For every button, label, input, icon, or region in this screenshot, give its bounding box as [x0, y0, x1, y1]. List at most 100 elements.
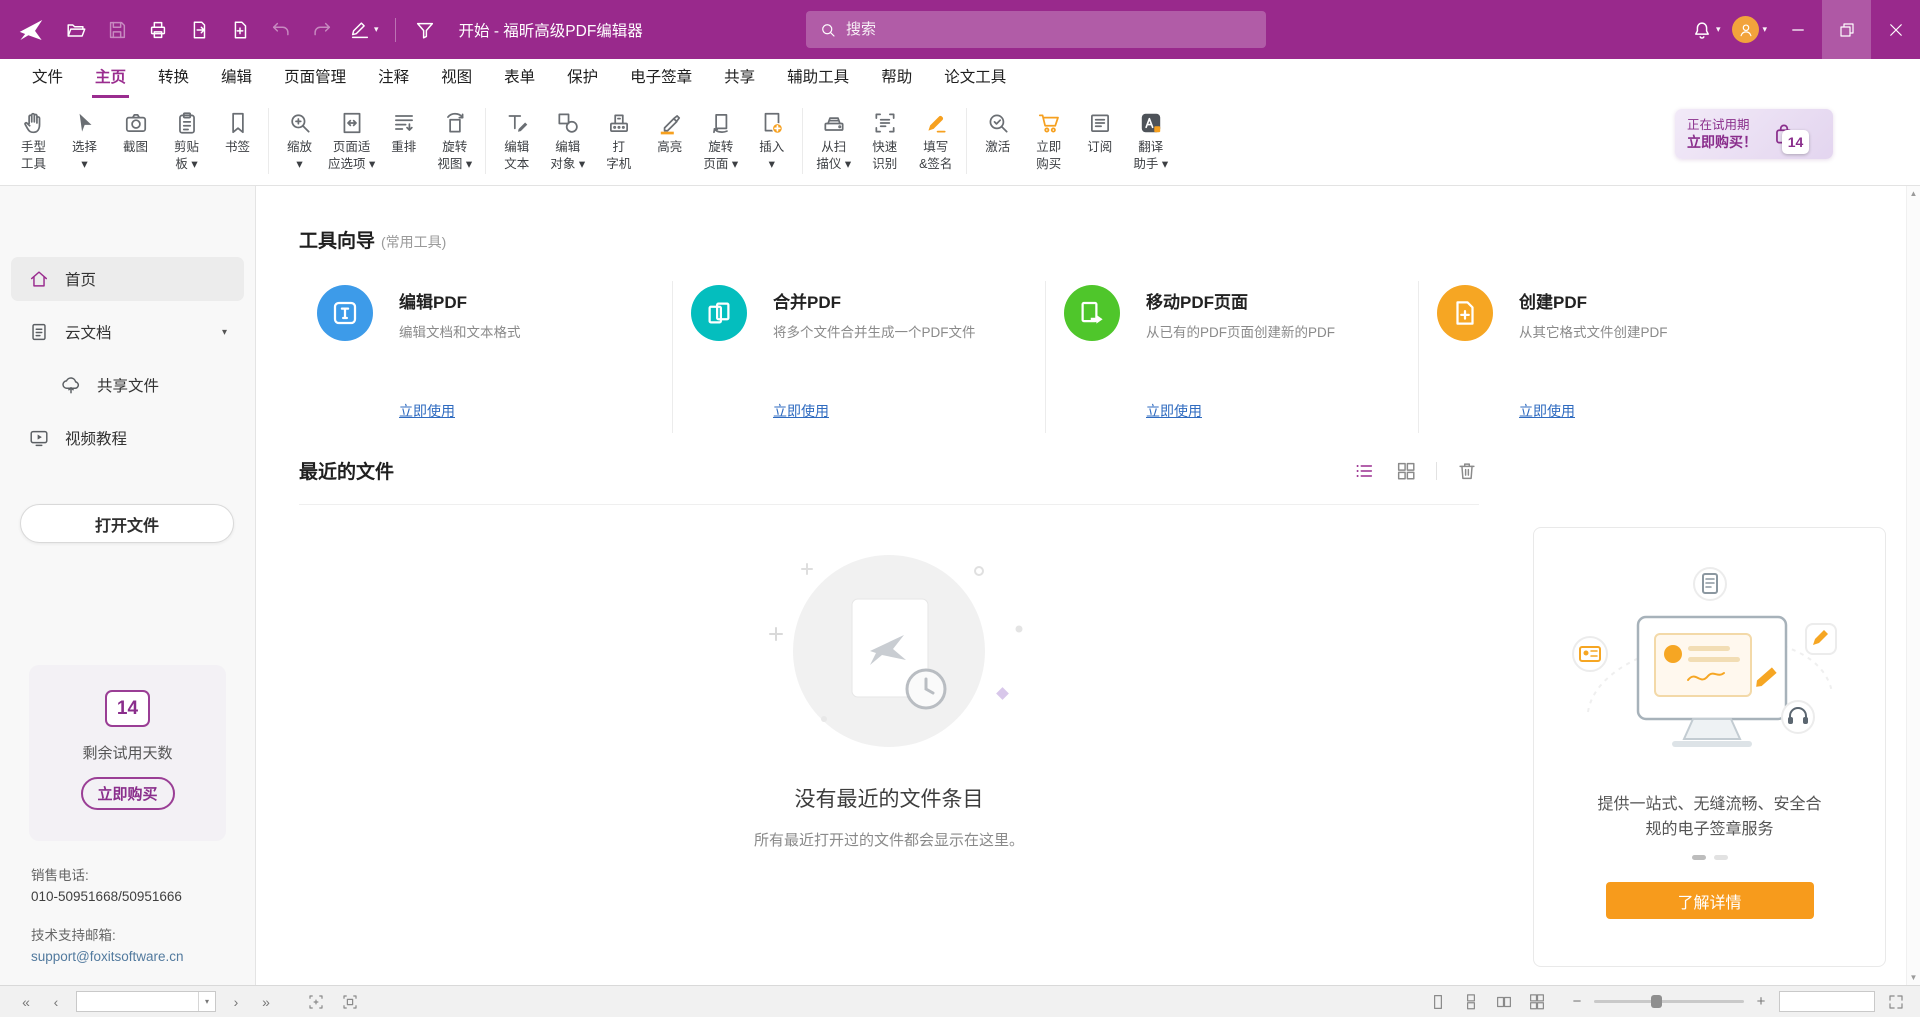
- page-number-input[interactable]: [77, 995, 198, 1009]
- use-now-link-merge-pdf[interactable]: 立即使用: [773, 401, 829, 421]
- zoom-slider[interactable]: [1594, 1000, 1744, 1003]
- sidebar-item-cloud-docs[interactable]: 云文档 ▾: [11, 310, 244, 354]
- menu-item-paper-tools[interactable]: 论文工具: [928, 59, 1022, 98]
- scroll-down-arrow-icon[interactable]: ▼: [1910, 973, 1918, 982]
- menu-item-convert[interactable]: 转换: [142, 59, 205, 98]
- buy-now-button[interactable]: 立即购买: [81, 777, 175, 810]
- snapshot-page-icon[interactable]: [338, 990, 362, 1014]
- ribbon-insert[interactable]: 插入▾: [746, 105, 797, 175]
- export-pdf-icon[interactable]: [179, 9, 218, 51]
- ribbon-bookmark[interactable]: 书签: [212, 105, 263, 158]
- page-dropdown-icon[interactable]: ▾: [198, 992, 215, 1011]
- menu-item-comment[interactable]: 注释: [362, 59, 425, 98]
- support-email-label: 技术支持邮箱:: [31, 925, 184, 946]
- sidebar-item-video-tutorials[interactable]: 视频教程: [11, 416, 244, 460]
- menu-item-accessibility[interactable]: 辅助工具: [771, 59, 865, 98]
- tool-card-merge-pdf[interactable]: 合并PDF 将多个文件合并生成一个PDF文件 立即使用: [672, 281, 1045, 433]
- clear-recent-trash-icon[interactable]: [1455, 459, 1479, 483]
- ribbon-activate[interactable]: 激活: [972, 105, 1023, 158]
- menu-item-share[interactable]: 共享: [708, 59, 771, 98]
- create-pdf-icon[interactable]: [220, 9, 259, 51]
- search-input[interactable]: [846, 21, 1253, 38]
- support-email-link[interactable]: support@foxitsoftware.cn: [31, 946, 184, 967]
- list-view-icon[interactable]: [1352, 459, 1376, 483]
- single-page-view-icon[interactable]: [1426, 990, 1450, 1014]
- zoom-in-button[interactable]: +: [1752, 993, 1770, 1011]
- prev-page-button[interactable]: ‹: [42, 990, 70, 1014]
- use-now-link-edit-pdf[interactable]: 立即使用: [399, 401, 455, 421]
- ribbon-snapshot[interactable]: 截图: [110, 105, 161, 158]
- ribbon-subscribe[interactable]: 订阅: [1074, 105, 1125, 158]
- zoom-out-button[interactable]: −: [1568, 993, 1586, 1011]
- ribbon-edit-object[interactable]: 编辑对象 ▾: [542, 105, 593, 175]
- trial-badge[interactable]: 正在试用期 立即购买！ 14: [1675, 109, 1833, 159]
- carousel-dot-2[interactable]: [1714, 855, 1728, 860]
- ribbon-from-scanner[interactable]: 从扫描仪 ▾: [808, 105, 859, 175]
- menu-item-view[interactable]: 视图: [425, 59, 488, 98]
- foxit-logo-icon[interactable]: [10, 9, 52, 51]
- menu-item-form[interactable]: 表单: [488, 59, 551, 98]
- notifications-bell-icon[interactable]: ▾: [1685, 9, 1727, 51]
- print-icon[interactable]: [138, 9, 177, 51]
- tool-card-create-pdf[interactable]: 创建PDF 从其它格式文件创建PDF 立即使用: [1418, 281, 1791, 433]
- ribbon-edit-text[interactable]: 编辑文本: [491, 105, 542, 175]
- tool-card-desc: 将多个文件合并生成一个PDF文件: [773, 324, 976, 342]
- ribbon-quick-ocr[interactable]: 快速识别: [859, 105, 910, 175]
- search-box[interactable]: [806, 11, 1266, 48]
- zoom-slider-handle[interactable]: [1651, 995, 1662, 1008]
- esign-pen-menu[interactable]: ▾: [343, 9, 385, 51]
- sidebar-item-shared-files[interactable]: 共享文件: [11, 363, 244, 407]
- vertical-scrollbar[interactable]: ▲ ▼: [1906, 186, 1920, 985]
- use-now-link-move-pdf-pages[interactable]: 立即使用: [1146, 401, 1202, 421]
- ribbon-fill-sign[interactable]: 填写&签名: [910, 105, 961, 175]
- empty-state-desc: 所有最近打开过的文件都会显示在这里。: [754, 829, 1024, 850]
- ribbon-translate-assistant[interactable]: 翻译助手 ▾: [1125, 105, 1176, 175]
- menu-item-protect[interactable]: 保护: [551, 59, 614, 98]
- ribbon-rotate-view[interactable]: 旋转视图 ▾: [429, 105, 480, 175]
- menu-item-file[interactable]: 文件: [16, 59, 79, 98]
- minimize-button[interactable]: [1773, 0, 1822, 59]
- menu-item-home[interactable]: 主页: [79, 59, 142, 98]
- carousel-dot-1[interactable]: [1692, 855, 1706, 860]
- sidebar-item-home[interactable]: 首页: [11, 257, 244, 301]
- ribbon-highlight[interactable]: 高亮: [644, 105, 695, 158]
- restore-button[interactable]: [1822, 0, 1871, 59]
- continuous-view-icon[interactable]: [1459, 990, 1483, 1014]
- open-file-icon[interactable]: [56, 9, 95, 51]
- zoom-level-input[interactable]: [1780, 992, 1874, 1011]
- ribbon-page-fit-options[interactable]: 页面适应选项 ▾: [325, 105, 378, 175]
- close-button[interactable]: [1871, 0, 1920, 59]
- ribbon-select[interactable]: 选择▾: [59, 105, 110, 175]
- last-page-button[interactable]: »: [252, 990, 280, 1014]
- grid-view-icon[interactable]: [1394, 459, 1418, 483]
- scroll-up-arrow-icon[interactable]: ▲: [1910, 189, 1918, 198]
- menu-item-esign[interactable]: 电子签章: [614, 59, 708, 98]
- tool-card-edit-pdf[interactable]: 编辑PDF 编辑文档和文本格式 立即使用: [299, 281, 672, 433]
- save-icon[interactable]: [97, 9, 136, 51]
- ribbon-reflow[interactable]: 重排: [378, 105, 429, 158]
- fit-screen-icon[interactable]: [1884, 990, 1908, 1014]
- ribbon-rotate-pages[interactable]: 旋转页面 ▾: [695, 105, 746, 175]
- account-avatar[interactable]: ▾: [1726, 9, 1773, 51]
- first-page-button[interactable]: «: [12, 990, 40, 1014]
- use-now-link-create-pdf[interactable]: 立即使用: [1519, 401, 1575, 421]
- redo-icon[interactable]: [302, 9, 341, 51]
- ribbon-hand-tool[interactable]: 手型工具: [8, 105, 59, 175]
- snapshot-select-icon[interactable]: [304, 990, 328, 1014]
- ribbon-zoom[interactable]: 缩放▾: [274, 105, 325, 175]
- tool-card-move-pdf-pages[interactable]: 移动PDF页面 从已有的PDF页面创建新的PDF 立即使用: [1045, 281, 1418, 433]
- ribbon-clipboard[interactable]: 剪贴板 ▾: [161, 105, 212, 175]
- ribbon-buy-now[interactable]: 立即购买: [1023, 105, 1074, 175]
- menu-item-edit[interactable]: 编辑: [205, 59, 268, 98]
- ribbon-typewriter[interactable]: 打字机: [593, 105, 644, 175]
- learn-more-button[interactable]: 了解详情: [1606, 882, 1814, 919]
- continuous-facing-view-icon[interactable]: [1525, 990, 1549, 1014]
- open-file-button[interactable]: 打开文件: [20, 504, 234, 543]
- undo-icon[interactable]: [261, 9, 300, 51]
- menu-item-help[interactable]: 帮助: [865, 59, 928, 98]
- next-page-button[interactable]: ›: [222, 990, 250, 1014]
- menu-item-page-management[interactable]: 页面管理: [268, 59, 362, 98]
- chevron-down-icon[interactable]: ▾: [222, 327, 227, 338]
- funnel-icon[interactable]: [406, 9, 445, 51]
- facing-view-icon[interactable]: [1492, 990, 1516, 1014]
